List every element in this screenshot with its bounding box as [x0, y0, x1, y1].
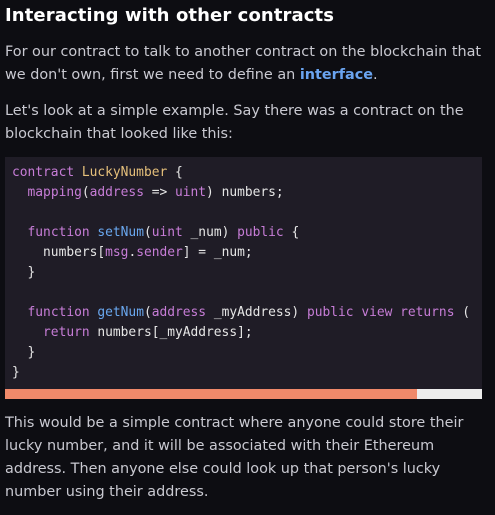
code-token: _myAddress)	[206, 305, 307, 320]
intro-text: For our contract to talk to another cont…	[5, 44, 482, 83]
lesson-page: Interacting with other contracts For our…	[0, 0, 495, 515]
code-token: function	[27, 305, 90, 320]
section-heading: Interacting with other contracts	[5, 5, 335, 26]
code-token: ] = _num;	[182, 245, 253, 260]
interface-link[interactable]: interface	[300, 67, 373, 83]
code-block[interactable]: contract LuckyNumber { mapping ( address =…	[5, 157, 482, 399]
code-token: public	[306, 305, 354, 320]
code-token: (	[454, 305, 470, 320]
explanation-paragraph: This would be a simple contract where an…	[5, 415, 464, 500]
code-token: _num)	[182, 225, 238, 240]
scrollbar-thumb[interactable]	[5, 389, 417, 399]
code-token: numbers[_myAddress];	[89, 325, 253, 340]
code-token: sender	[136, 245, 183, 260]
code-token: return	[43, 325, 90, 340]
code-token: public	[237, 225, 284, 240]
code-token: address	[89, 185, 144, 200]
code-token: function	[27, 225, 90, 240]
intro-text-end: .	[373, 67, 378, 83]
code-token: {	[283, 225, 300, 240]
code-token: uint	[175, 185, 207, 200]
code-token: returns	[400, 305, 455, 320]
code-token: getNum	[97, 305, 144, 320]
code-token: numbers[	[43, 245, 106, 260]
example-paragraph: Let's look at a simple example. Say ther…	[5, 103, 464, 142]
code-horizontal-scrollbar[interactable]	[5, 389, 482, 399]
code-token: LuckyNumber	[81, 165, 168, 180]
code-token: setNum	[97, 225, 144, 240]
code-token: address	[151, 305, 207, 320]
code-token: contract	[12, 165, 75, 180]
code-token: ) numbers;	[206, 185, 284, 200]
code-token: =>	[143, 185, 175, 200]
code-token: msg	[105, 245, 129, 260]
code-content: contract LuckyNumber { mapping ( address =…	[12, 165, 470, 380]
intro-paragraph: For our contract to talk to another cont…	[5, 41, 495, 87]
code-token: mapping	[27, 185, 82, 200]
code-token: view	[361, 305, 393, 320]
code-token: uint	[151, 225, 183, 240]
